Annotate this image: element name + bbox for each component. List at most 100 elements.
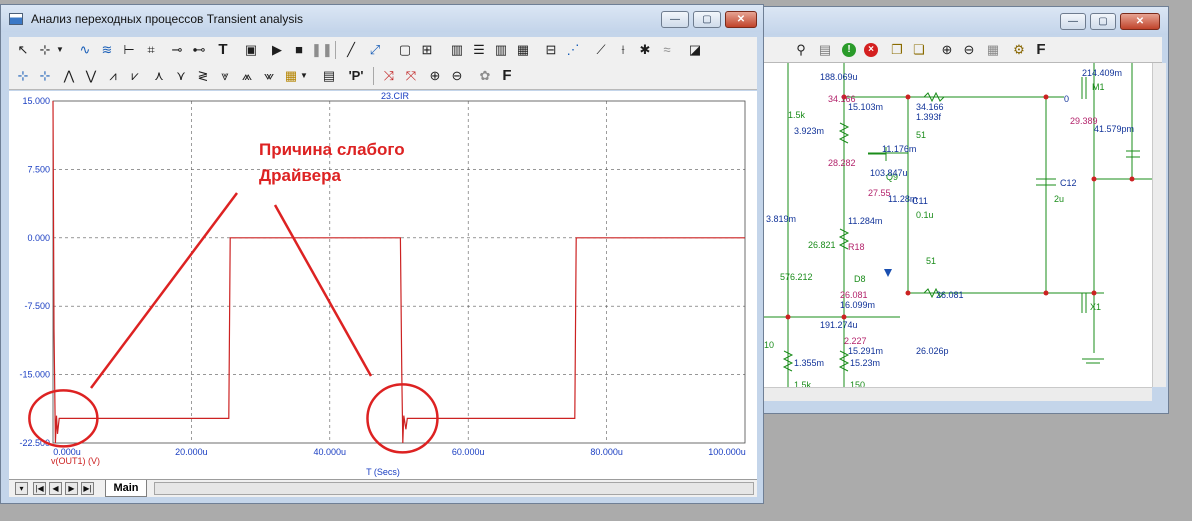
zoom-out-icon[interactable]: ⊖ bbox=[447, 66, 467, 86]
point-icon[interactable]: ⊷ bbox=[189, 40, 209, 60]
graph-tool-icon[interactable]: ⌗ bbox=[141, 40, 161, 60]
wave-disabled-icon[interactable]: ≈ bbox=[657, 40, 677, 60]
peak-up-icon[interactable]: ⋀ bbox=[59, 66, 79, 86]
next-tab-button[interactable]: ▶ bbox=[65, 482, 78, 495]
grid-icon[interactable]: ⊞ bbox=[417, 40, 437, 60]
grid-dense-icon[interactable]: ▦ bbox=[513, 40, 533, 60]
maximize-button[interactable]: ▢ bbox=[693, 11, 721, 28]
peak-find-icon[interactable]: ✱ bbox=[635, 40, 655, 60]
valley-icon[interactable]: ⩔ bbox=[215, 66, 235, 86]
node-icon[interactable]: ⊸ bbox=[167, 40, 187, 60]
chip-icon[interactable]: ▤ bbox=[816, 41, 834, 59]
minimize-button[interactable]: — bbox=[661, 11, 689, 28]
schematic-node-label: 15.291m bbox=[848, 346, 883, 356]
schematic-vertical-scrollbar[interactable] bbox=[1152, 63, 1166, 387]
wave-scale-icon[interactable]: ≋ bbox=[97, 40, 117, 60]
schematic-close-button[interactable]: ✕ bbox=[1120, 13, 1160, 30]
prev-tab-button[interactable]: ◀ bbox=[49, 482, 62, 495]
low-icon[interactable]: ⋎ bbox=[171, 66, 191, 86]
zoom-in-icon[interactable]: ⊕ bbox=[938, 41, 956, 59]
schematic-maximize-button[interactable]: ▢ bbox=[1090, 13, 1116, 30]
properties-icon[interactable]: ▣ bbox=[241, 40, 261, 60]
table-icon[interactable]: ▤ bbox=[319, 66, 339, 86]
select-tool-icon[interactable]: ⊹ bbox=[35, 40, 55, 60]
schematic-node-label: 10 bbox=[764, 340, 774, 350]
cursor-icon[interactable]: ⊢ bbox=[119, 40, 139, 60]
first-tab-button[interactable]: |◀ bbox=[33, 482, 46, 495]
tangent-icon[interactable]: ⟊ bbox=[613, 40, 633, 60]
y-tick-label: 15.000 bbox=[22, 96, 50, 106]
refresh-icon[interactable]: ✿ bbox=[475, 66, 495, 86]
last-tab-button[interactable]: ▶| bbox=[81, 482, 94, 495]
tab-menu-button[interactable]: ▾ bbox=[15, 482, 28, 495]
chart-icon[interactable]: ◪ bbox=[685, 40, 705, 60]
global-low-icon[interactable]: ⩖ bbox=[259, 66, 279, 86]
zoom-in-icon[interactable]: ⊕ bbox=[425, 66, 445, 86]
play-icon[interactable]: ▶ bbox=[267, 40, 287, 60]
horizontal-scrollbar[interactable] bbox=[154, 482, 754, 495]
analysis-toolbar-2: ⊹ ⊹ ⋀ ⋁ ⩘ ⩗ ⋏ ⋎ ≷ ⩔ ⩕ ⩖ ▦ ▼ ▤ 'P' ⤨ ⤧ ⊕ … bbox=[9, 63, 757, 90]
schematic-node-label: 26.026p bbox=[916, 346, 949, 356]
schematic-horizontal-scrollbar[interactable] bbox=[764, 387, 1152, 401]
schematic-node-label: 1.5k bbox=[794, 380, 812, 387]
schematic-node-label: 188.069u bbox=[820, 72, 858, 82]
chevron-down-icon[interactable]: ▼ bbox=[55, 40, 65, 60]
grid-columns-icon[interactable]: ▥ bbox=[491, 40, 511, 60]
title-bar[interactable]: Анализ переходных процессов Transient an… bbox=[1, 5, 763, 32]
schematic-node-label: C12 bbox=[1060, 178, 1077, 188]
zoom-out-icon[interactable]: ⊖ bbox=[960, 41, 978, 59]
peak-icon[interactable]: ⋰ bbox=[563, 40, 583, 60]
schematic-node-label: 3.819m bbox=[766, 214, 796, 224]
global-high-icon[interactable]: ⩕ bbox=[237, 66, 257, 86]
schematic-minimize-button[interactable]: — bbox=[1060, 13, 1086, 30]
x-tick-label: 60.000u bbox=[452, 447, 485, 457]
schematic-window[interactable]: — ▢ ✕ ⚲ ▤ ! × ❐ ❏ ⊕ ⊖ ▦ ⚙ F 188.069u 34.… bbox=[755, 6, 1169, 414]
binoculars-icon[interactable]: ⚲ bbox=[792, 41, 810, 59]
chevron-down-icon[interactable]: ▼ bbox=[299, 66, 309, 86]
run-icon[interactable]: ! bbox=[842, 43, 856, 57]
tag-horizontal-icon[interactable]: ⤨ bbox=[379, 66, 399, 86]
line-icon[interactable]: ╱ bbox=[341, 40, 361, 60]
inflection-icon[interactable]: ≷ bbox=[193, 66, 213, 86]
pointer-icon[interactable]: ↖ bbox=[13, 40, 33, 60]
local-max-icon[interactable]: ⩘ bbox=[103, 66, 123, 86]
pause-icon[interactable]: ❚❚ bbox=[311, 40, 333, 60]
grid-fine-icon[interactable]: ▥ bbox=[447, 40, 467, 60]
peak-down-icon[interactable]: ⋁ bbox=[81, 66, 101, 86]
text-tool-icon[interactable]: T bbox=[213, 40, 233, 60]
transient-analysis-window[interactable]: Анализ переходных процессов Transient an… bbox=[0, 4, 764, 504]
high-icon[interactable]: ⋏ bbox=[149, 66, 169, 86]
wave-icon[interactable]: ∿ bbox=[75, 40, 95, 60]
x-tick-label: 40.000u bbox=[314, 447, 347, 457]
cursor-left-icon[interactable]: ⊹ bbox=[13, 66, 33, 86]
schematic-node-label: R18 bbox=[848, 242, 865, 252]
schematic-node-label: 0 bbox=[1064, 94, 1069, 104]
font-button[interactable]: F bbox=[497, 66, 517, 86]
split-view-icon[interactable]: ⊟ bbox=[541, 40, 561, 60]
copy-icon[interactable]: ❐ bbox=[888, 41, 906, 59]
font-button[interactable]: F bbox=[1032, 41, 1050, 59]
schematic-canvas[interactable]: 188.069u 34.166 15.103m 34.166 1.393f 214.409… bbox=[764, 63, 1152, 390]
diagonal-line-icon[interactable]: ⤢ bbox=[365, 40, 385, 60]
paste-icon[interactable]: ❏ bbox=[910, 41, 928, 59]
slope-icon[interactable]: ⟋ bbox=[591, 40, 611, 60]
stop-square-icon[interactable]: ■ bbox=[289, 40, 309, 60]
cursor-right-icon[interactable]: ⊹ bbox=[35, 66, 55, 86]
p-label-button[interactable]: 'P' bbox=[343, 66, 369, 86]
schematic-node-label: 2u bbox=[1054, 194, 1064, 204]
box-icon[interactable]: ▢ bbox=[395, 40, 415, 60]
tab-main[interactable]: Main bbox=[105, 480, 147, 497]
grid-rows-icon[interactable]: ☰ bbox=[469, 40, 489, 60]
gear-icon[interactable]: ⚙ bbox=[1010, 41, 1028, 59]
schematic-node-label: 11.284m bbox=[848, 216, 882, 226]
image-icon[interactable]: ▦ bbox=[984, 41, 1002, 59]
stop-icon[interactable]: × bbox=[864, 43, 878, 57]
plot-area[interactable]: 15.000 7.500 0.000 -7.500 -15.000 -22.500 0.0… bbox=[9, 91, 757, 479]
color-palette-icon[interactable]: ▦ bbox=[281, 66, 301, 86]
annotation-text-line-1: Причина слабого bbox=[259, 140, 405, 159]
toolbar-separator bbox=[373, 67, 374, 85]
tag-vertical-icon[interactable]: ⤧ bbox=[401, 66, 421, 86]
schematic-node-label: 51 bbox=[916, 130, 926, 140]
local-min-icon[interactable]: ⩗ bbox=[125, 66, 145, 86]
close-button[interactable]: ✕ bbox=[725, 11, 757, 28]
